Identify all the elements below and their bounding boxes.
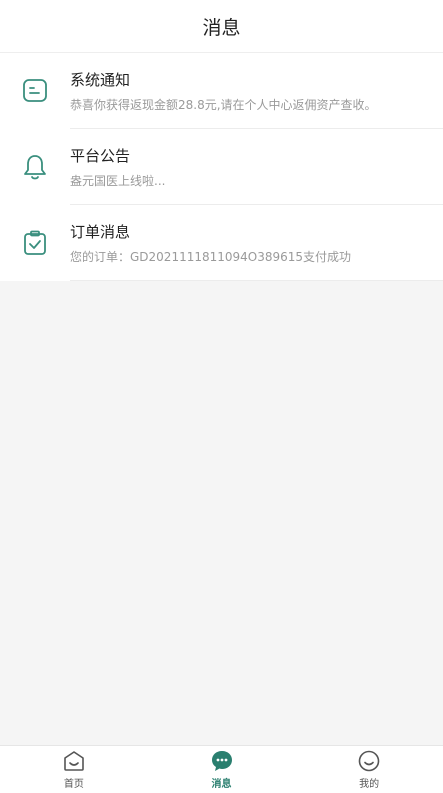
tab-label: 我的	[359, 779, 380, 790]
message-preview: 恭喜你获得返现金额28.8元,请在个人中心返佣资产查收。	[70, 97, 377, 112]
message-preview: 盎元国医上线啦...	[70, 173, 166, 188]
chat-square-icon	[0, 53, 70, 129]
tab-label: 首页	[63, 779, 84, 790]
message-item-system[interactable]: 系统通知 恭喜你获得返现金额28.8元,请在个人中心返佣资产查收。	[0, 53, 443, 129]
bell-icon	[0, 129, 70, 205]
message-icon	[211, 751, 232, 771]
clipboard-check-icon	[0, 205, 70, 281]
page-title: 消息	[202, 16, 241, 39]
home-icon	[64, 751, 84, 771]
message-item-announcement[interactable]: 平台公告 盎元国医上线啦...	[0, 129, 443, 205]
message-item-order[interactable]: 订单消息 您的订单：GD2021111811094O389615支付成功	[0, 205, 443, 281]
message-list: 系统通知 恭喜你获得返现金额28.8元,请在个人中心返佣资产查收。 平台公告 盎…	[0, 53, 443, 281]
tab-profile[interactable]: 我的	[295, 746, 443, 793]
profile-icon	[358, 750, 380, 772]
message-title: 订单消息	[70, 222, 131, 241]
tab-home[interactable]: 首页	[0, 746, 148, 793]
top-header: 消息	[0, 0, 443, 53]
message-title: 系统通知	[70, 70, 131, 89]
message-title: 平台公告	[70, 146, 131, 165]
message-preview: 您的订单：GD2021111811094O389615支付成功	[70, 249, 352, 264]
tab-messages[interactable]: 消息	[148, 746, 296, 793]
bottom-tab-bar: 首页 消息 我的	[0, 745, 443, 793]
tab-label: 消息	[211, 779, 232, 790]
